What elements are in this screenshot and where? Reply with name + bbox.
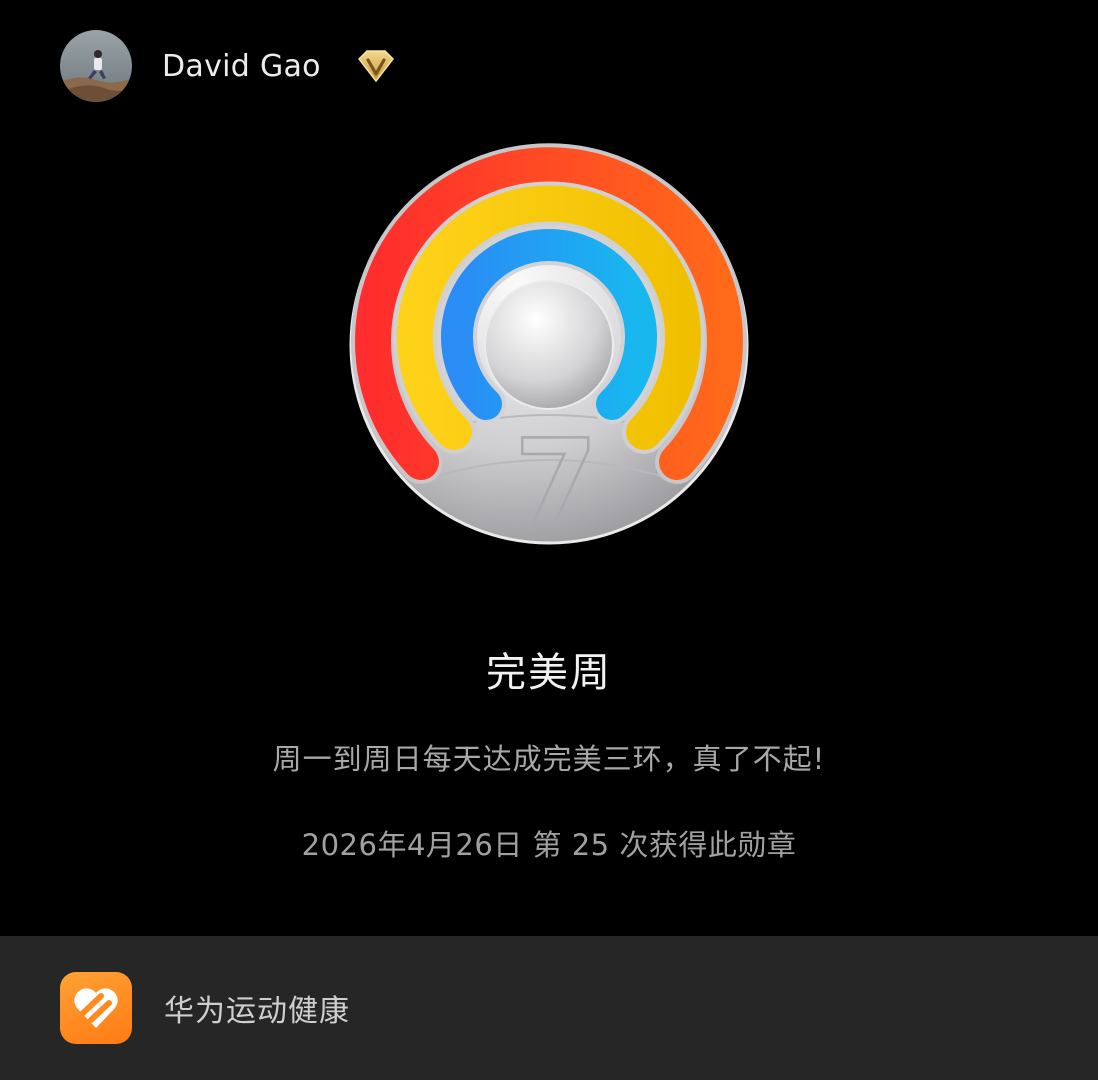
huawei-health-icon[interactable] xyxy=(60,972,132,1044)
medal-number: 7 xyxy=(514,415,598,550)
vip-badge-icon xyxy=(355,49,397,83)
profile-header: David Gao xyxy=(60,30,397,102)
medal-earned-date: 2026年4月26日 第 25 次获得此勋章 xyxy=(301,828,797,862)
medal-description: 周一到周日每天达成完美三环，真了不起! xyxy=(272,742,826,776)
app-footer: 华为运动健康 xyxy=(0,936,1098,1080)
perfect-week-medal-icon: 7 xyxy=(344,140,754,550)
avatar[interactable] xyxy=(60,30,132,102)
app-name: 华为运动健康 xyxy=(164,994,350,1029)
medal-title: 完美周 xyxy=(486,650,612,696)
username: David Gao xyxy=(162,48,321,84)
avatar-photo xyxy=(60,30,132,102)
